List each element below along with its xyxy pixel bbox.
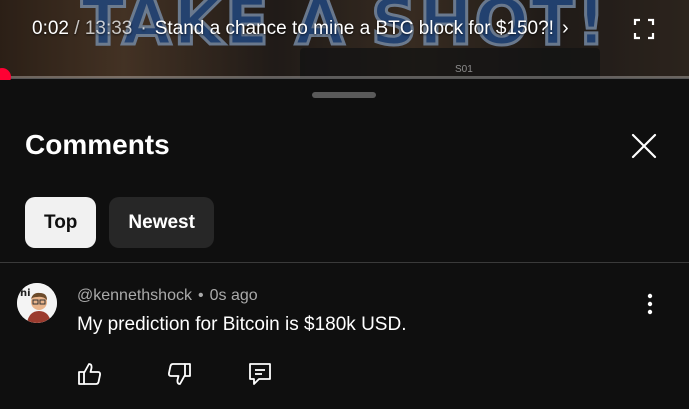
more-options-icon[interactable] [640, 291, 660, 317]
chevron-right-icon[interactable]: › [562, 17, 569, 40]
video-duration: 13:33 [84, 17, 133, 39]
drag-handle[interactable] [312, 92, 376, 98]
comment-author[interactable]: @kennethshock [77, 287, 192, 304]
comment-text: My prediction for Bitcoin is $180k USD. [77, 314, 407, 335]
comment-item: hi @kennethshock • 0s ago My prediction fo… [0, 263, 689, 409]
comment-meta: @kennethshock • 0s ago [77, 287, 258, 305]
progress-bar[interactable] [0, 76, 689, 79]
avatar[interactable]: hi [17, 283, 57, 323]
reply-icon[interactable] [246, 360, 274, 388]
title-separator: · [140, 17, 147, 39]
like-icon[interactable] [76, 360, 104, 388]
video-title[interactable]: Stand a chance to mine a BTC block for $… [155, 18, 554, 40]
meta-separator: • [197, 287, 204, 304]
close-icon[interactable] [628, 130, 660, 162]
dislike-icon[interactable] [165, 360, 193, 388]
chip-top[interactable]: Top [25, 197, 97, 248]
video-info-bar[interactable]: 0:02 / 13:33 · Stand a chance to mine a … [32, 17, 629, 40]
time-separator: / [68, 17, 85, 39]
sheet-title: Comments [25, 129, 170, 160]
comments-sheet: Comments Top Newest hi @kennethshock • 0s … [0, 80, 689, 409]
avatar-text: hi [20, 288, 31, 299]
fullscreen-icon[interactable] [632, 17, 656, 41]
sort-chips: Top Newest [25, 197, 214, 248]
chip-newest[interactable]: Newest [109, 197, 214, 248]
current-time: 0:02 [32, 17, 69, 39]
comment-time: 0s ago [209, 287, 258, 304]
